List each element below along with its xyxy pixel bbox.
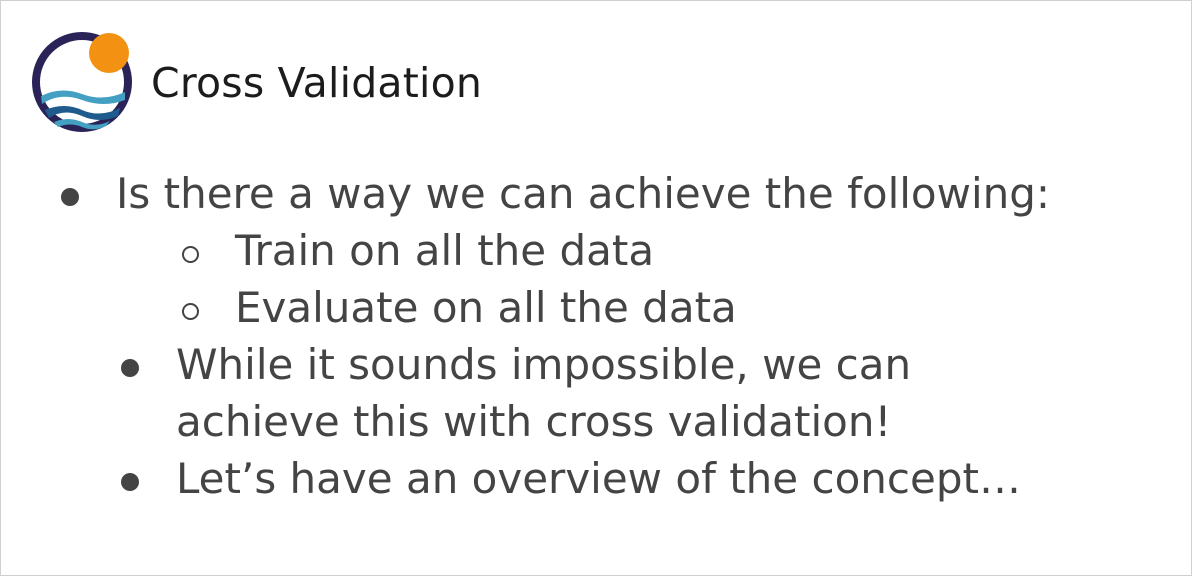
bullet-text-line: achieve this with cross validation! [176,397,892,446]
bullet-circle-icon [182,246,199,263]
bullet-text: Let’s have an overview of the concept… [176,454,1021,503]
bullet-text-line: While it sounds impossible, we can [176,340,912,389]
bullet-circle-icon [182,303,199,320]
bullet-text: Is there a way we can achieve the follow… [116,169,1051,218]
bullet-dot-icon [121,359,139,377]
sub-bullet-text: Train on all the data [235,226,655,275]
bullet-dot-icon [121,473,139,491]
sun-over-waves-logo-icon [32,32,132,132]
bullet-dot-icon [61,188,79,206]
sub-bullet-text: Evaluate on all the data [235,283,737,332]
slide-title: Cross Validation [151,59,483,107]
slide: Cross Validation Is there a way we can a… [0,0,1192,576]
